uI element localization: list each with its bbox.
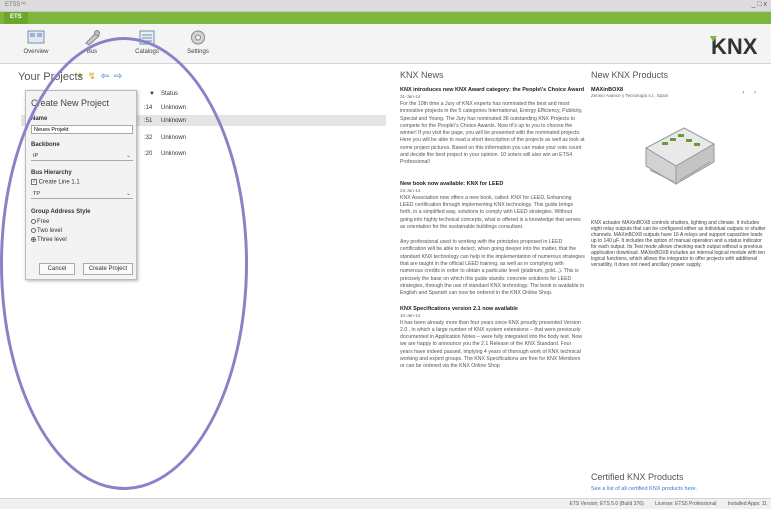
menu-bar: ETS — [0, 12, 771, 24]
article-body: It has been already more than four years… — [400, 319, 582, 370]
overview-icon — [27, 30, 45, 44]
radio-free-label: Free — [37, 219, 50, 226]
article-body: For the 10th time a Jury of KNX experts … — [400, 101, 585, 166]
article-title[interactable]: KNX Specifications version 2.1 now avail… — [400, 306, 585, 313]
article-date: 10-Jan-14 — [400, 312, 421, 318]
project-status: Unknown — [161, 135, 187, 141]
news-article: Any professional used to working with th… — [400, 239, 585, 297]
news-article: KNX introduces new KNX Award category: t… — [400, 87, 585, 167]
ribbon: Overview Bus Catalogs Settings KNX — [0, 24, 771, 64]
chevron-down-icon: ⌄ — [125, 153, 131, 159]
knx-news-panel: KNX News KNX introduces new KNX Award ca… — [400, 70, 585, 490]
radio-free[interactable]: Free — [31, 219, 49, 225]
group-address-style-label: Group Address Style — [31, 209, 91, 215]
catalogs-icon — [139, 30, 155, 45]
license-info: License: ETS5 Professional — [655, 501, 717, 507]
medium-select[interactable]: TP ⌄ — [31, 190, 133, 199]
name-label: Name — [31, 116, 48, 122]
app-name: ETS5™ — [5, 2, 27, 8]
installed-apps[interactable]: Installed Apps: 11 — [728, 501, 767, 507]
dialog-title: Create New Project — [31, 98, 110, 108]
radio-dot-icon — [31, 219, 36, 224]
create-project-dialog: Create New Project Name Backbone IP ⌄ Bu… — [25, 90, 137, 280]
bus-hierarchy-label: Bus Hierarchy — [31, 170, 72, 176]
project-date: :51 — [144, 118, 153, 124]
news-article: New book now available: KNX for LEED 23-… — [400, 181, 585, 231]
create-line-label: Create Line 1.1 — [38, 179, 80, 186]
project-status: Unknown — [161, 118, 187, 124]
certified-heading: Certified KNX Products — [591, 472, 684, 482]
settings-button[interactable]: Settings — [176, 29, 220, 61]
window-controls[interactable]: _ □ x — [751, 1, 767, 8]
import-project-icon[interactable]: ↯ — [88, 71, 96, 82]
backbone-value: IP — [33, 153, 39, 159]
create-project-button[interactable]: Create Project — [83, 263, 133, 275]
knx-logo-text: KNX — [711, 34, 758, 58]
projects-heading: Your Projects — [18, 71, 84, 83]
ets-version: ETS Version: ETS 5.0 (Build 376) — [569, 501, 644, 507]
settings-label: Settings — [187, 49, 209, 55]
add-project-icon[interactable]: + — [77, 71, 83, 82]
article-title[interactable]: KNX introduces new KNX Award category: t… — [400, 87, 585, 94]
product-image — [644, 127, 715, 185]
settings-icon — [191, 30, 205, 45]
product-manufacturer: Zennio Avance y Tecnología s.l., Spain — [591, 93, 669, 98]
overview-label: Overview — [23, 49, 49, 55]
medium-value: TP — [33, 191, 41, 197]
radio-dot-selected-icon — [31, 237, 36, 242]
sort-arrow-icon[interactable]: ▼ — [149, 91, 155, 97]
products-heading: New KNX Products — [591, 70, 669, 80]
knx-products-panel: New KNX Products ‹ › MAXinBOX8 Zennio Av… — [591, 70, 766, 495]
back-arrow-icon[interactable]: ⇦ — [101, 71, 109, 82]
radio-two-level-label: Two level — [37, 228, 63, 235]
article-date: 23-Jan-14 — [400, 187, 421, 193]
title-bar: ETS5™ _ □ x — [0, 0, 771, 12]
catalogs-label: Catalogs — [135, 49, 159, 55]
radio-three-level-label: Three level — [37, 237, 67, 244]
news-heading: KNX News — [400, 70, 444, 80]
project-status: Unknown — [161, 105, 187, 111]
bus-label: Bus — [86, 49, 98, 55]
bus-button[interactable]: Bus — [70, 29, 114, 61]
article-body: KNX Association now offers a new book, c… — [400, 194, 581, 230]
chevron-down-icon: ⌄ — [125, 191, 131, 197]
article-body: Any professional used to working with th… — [400, 239, 585, 297]
project-date: :32 — [144, 135, 153, 141]
status-column-header[interactable]: Status — [161, 91, 178, 97]
knx-logo: KNX — [710, 34, 758, 58]
article-date: 31-Jan-14 — [400, 94, 421, 99]
article-title[interactable]: New book now available: KNX for LEED — [400, 181, 585, 188]
checkbox-check-icon: ✓ — [31, 179, 37, 185]
certified-products-section: Certified KNX Products See a list of all… — [591, 472, 697, 492]
catalogs-button[interactable]: Catalogs — [125, 29, 169, 61]
backbone-select[interactable]: IP ⌄ — [31, 152, 133, 161]
project-name-input[interactable] — [31, 125, 133, 134]
radio-two-level[interactable]: Two level — [31, 228, 62, 234]
backbone-label: Backbone — [31, 142, 60, 148]
bus-icon — [85, 30, 100, 46]
projects-toolbar: + ↯ ⇦ ⇨ — [77, 71, 124, 82]
status-bar: ETS Version: ETS 5.0 (Build 376) License… — [0, 498, 771, 509]
news-article: KNX Specifications version 2.1 now avail… — [400, 306, 585, 371]
certified-products-link[interactable]: See a list of all certified KNX products… — [591, 486, 697, 492]
radio-dot-icon — [31, 228, 36, 233]
forward-arrow-icon[interactable]: ⇨ — [114, 71, 122, 82]
ets-menu-tab[interactable]: ETS — [4, 12, 28, 24]
radio-three-level[interactable]: Three level — [31, 237, 67, 243]
project-date: :14 — [144, 105, 153, 111]
create-line-checkbox[interactable]: ✓ Create Line 1.1 — [31, 179, 80, 186]
overview-button[interactable]: Overview — [14, 29, 58, 61]
cancel-button[interactable]: Cancel — [39, 263, 75, 275]
project-date: :20 — [144, 151, 153, 157]
project-status: Unknown — [161, 151, 187, 157]
product-carousel-arrows[interactable]: ‹ › — [742, 90, 760, 96]
product-description: KNX actuator MAXinBOX8 controls shutters… — [591, 220, 766, 268]
